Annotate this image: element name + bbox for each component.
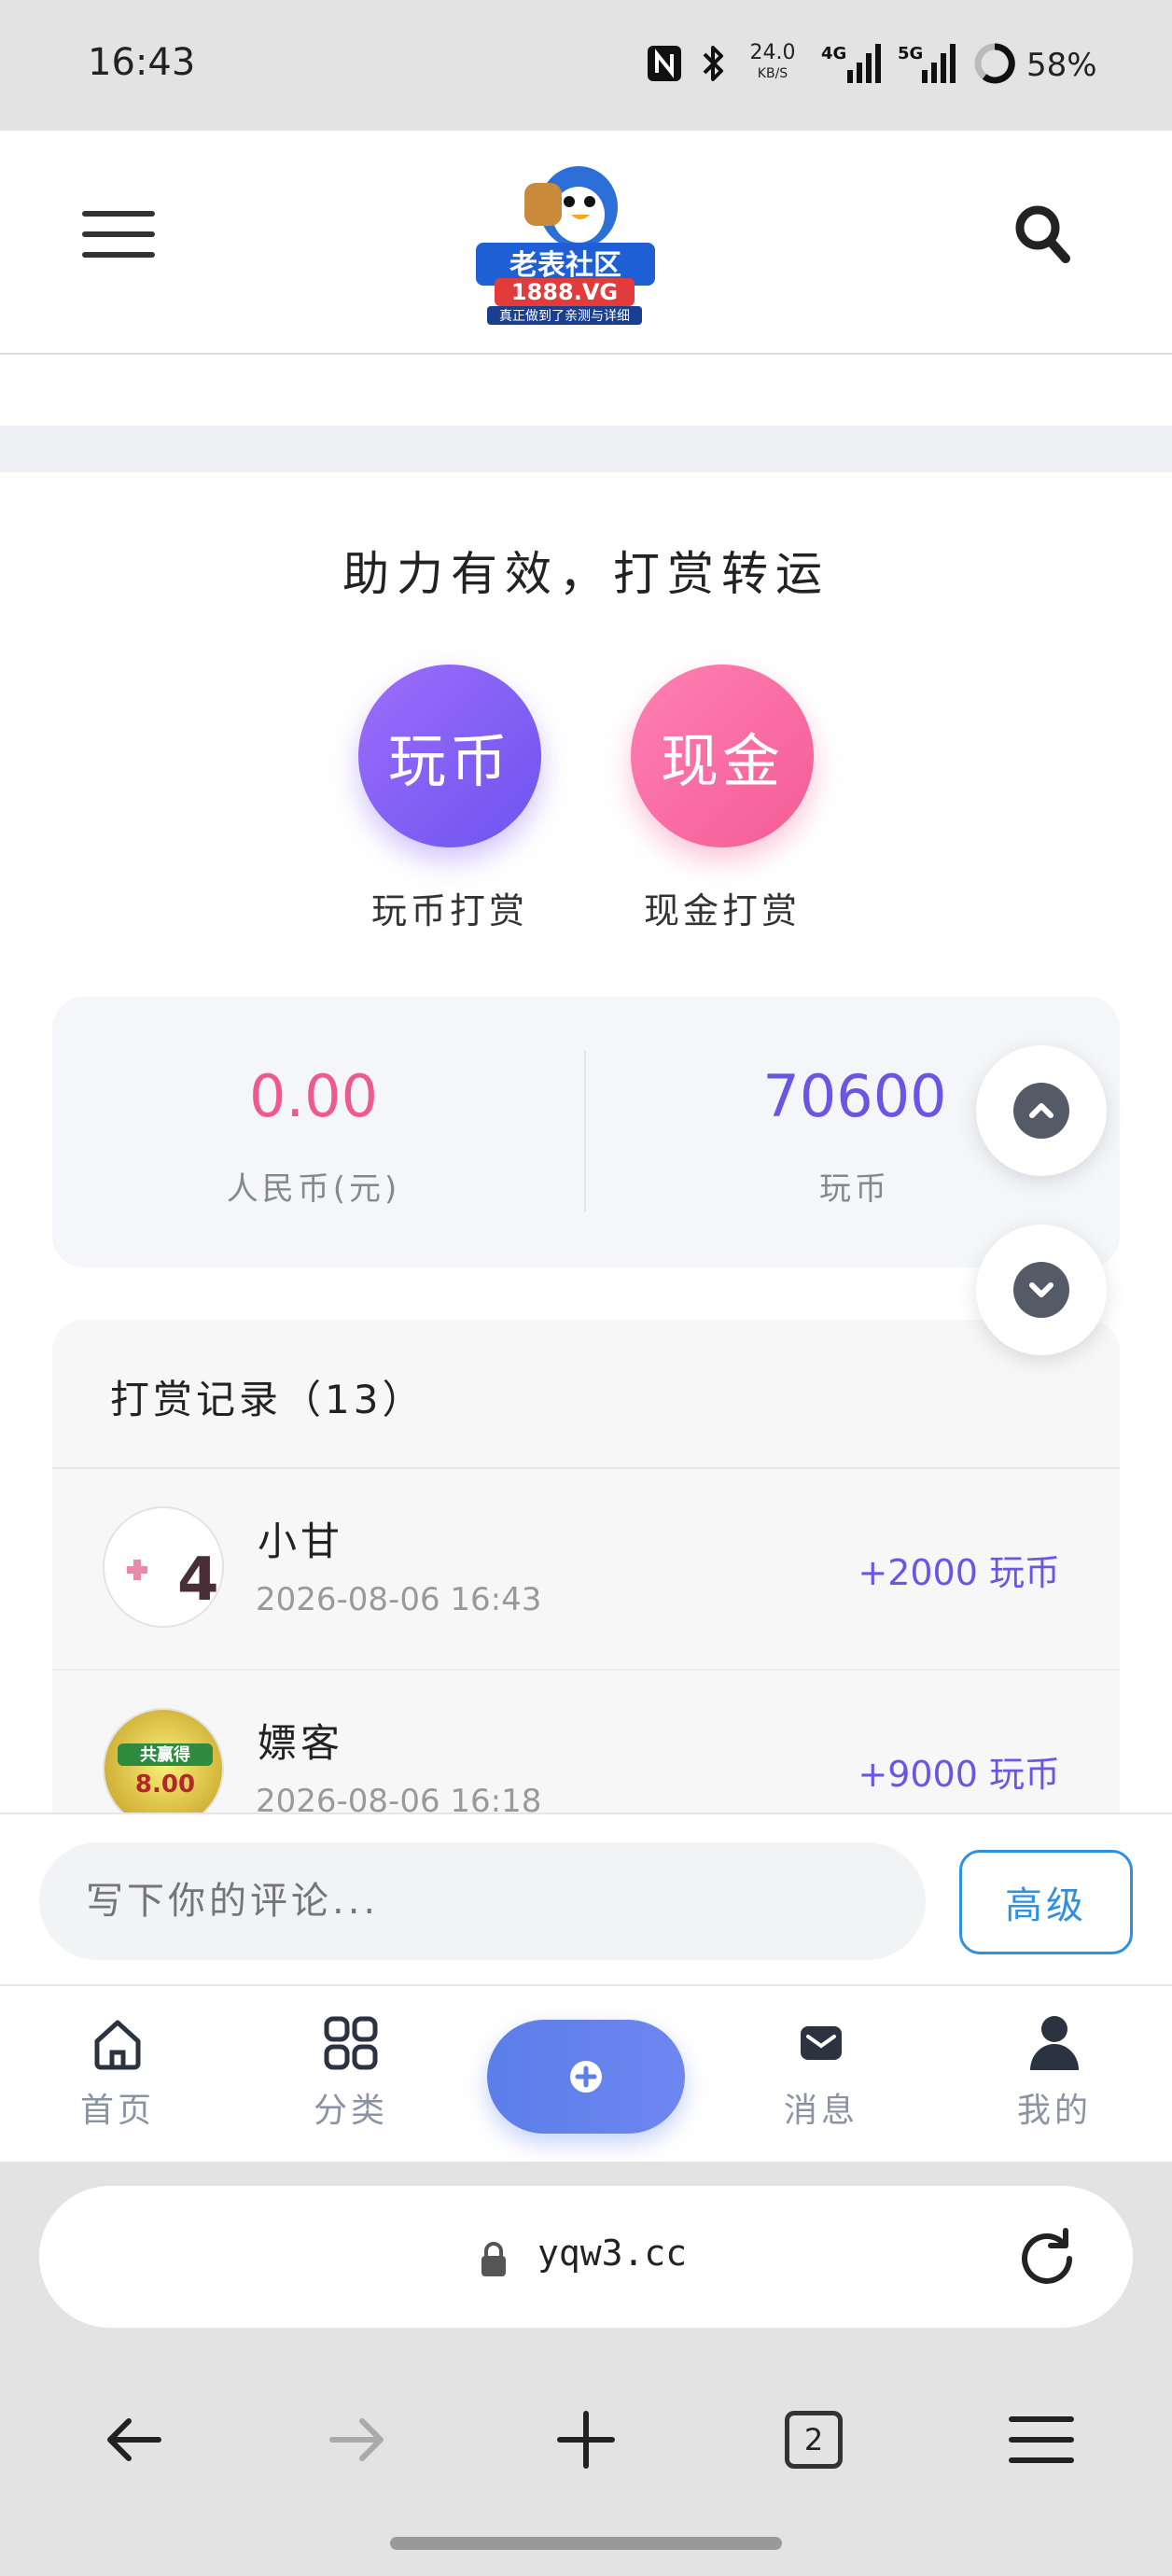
home-icon <box>85 2012 150 2074</box>
chevron-down-icon <box>1013 1262 1069 1318</box>
signal-5g-icon: 5G <box>898 41 957 86</box>
menu-line-icon <box>82 252 155 258</box>
records-title: 打赏记录（13） <box>110 1377 426 1422</box>
svg-text:5G: 5G <box>898 44 923 63</box>
bluetooth-icon <box>698 41 730 86</box>
signal-4g-icon: 4G <box>816 41 885 86</box>
comment-input[interactable] <box>39 1842 926 1960</box>
tabs-button[interactable]: 2 <box>776 2402 851 2477</box>
logo-title: 老表社区 <box>509 249 621 282</box>
svg-text:真正做到了亲测与详细: 真正做到了亲测与详细 <box>499 309 630 324</box>
reward-records-card: 打赏记录（13） 4 小甘 2026-08-06 16:43 +2000 玩币 … <box>52 1320 1120 1814</box>
svg-text:4: 4 <box>177 1546 219 1615</box>
battery-ring-icon <box>972 41 1017 86</box>
comment-bar: 高级 <box>0 1813 1172 1984</box>
site-logo[interactable]: 老表社区 1888.VG 真正做到了亲测与详细 <box>467 159 664 327</box>
new-post-button[interactable] <box>487 2020 685 2134</box>
battery-percent: 58% <box>1026 47 1097 84</box>
menu-icon <box>1009 2416 1074 2463</box>
bottom-nav: 首页 分类 消息 我的 <box>0 1984 1172 2162</box>
forward-button[interactable] <box>321 2402 396 2477</box>
plus-circle-icon <box>570 2061 602 2093</box>
record-time: 2026-08-06 16:43 <box>256 1581 542 1618</box>
arrow-left-icon <box>107 2418 161 2461</box>
nav-home-label: 首页 <box>79 2092 155 2130</box>
records-header: 打赏记录（13） <box>52 1320 1120 1469</box>
rmb-balance-label: 人民币(元) <box>226 1170 401 1208</box>
address-bar[interactable]: yqw3.cc <box>39 2186 1133 2328</box>
back-button[interactable] <box>95 2402 170 2477</box>
reload-icon <box>1022 2228 1072 2284</box>
plus-icon <box>557 2411 615 2469</box>
status-bar: 16:43 24.0 KB/S 4G 5G 58% <box>0 0 1172 131</box>
search-button[interactable] <box>1013 202 1073 267</box>
url-text[interactable]: yqw3.cc <box>537 2233 687 2274</box>
avatar[interactable]: 4 <box>103 1506 224 1628</box>
network-speed: 24.0 KB/S <box>746 43 799 84</box>
reward-title: 助力有效，打赏转运 <box>342 547 830 601</box>
record-row[interactable]: 4 小甘 2026-08-06 16:43 +2000 玩币 <box>52 1469 1120 1671</box>
record-user-name: 小甘 <box>258 1519 344 1564</box>
cash-reward-button[interactable]: 现金 <box>631 665 814 847</box>
advanced-comment-button[interactable]: 高级 <box>959 1850 1133 1954</box>
record-amount: +2000 玩币 <box>858 1552 1060 1593</box>
nfc-icon <box>644 41 685 86</box>
section-divider <box>0 426 1172 472</box>
tab-count: 2 <box>785 2411 843 2469</box>
svg-text:4G: 4G <box>821 44 846 63</box>
status-time: 16:43 <box>88 41 196 84</box>
new-tab-button[interactable] <box>549 2402 623 2477</box>
nav-mine-label: 我的 <box>1016 2092 1092 2130</box>
speed-unit: KB/S <box>757 66 788 81</box>
svg-text:1888.VG: 1888.VG <box>511 279 618 305</box>
site-header: 老表社区 1888.VG 真正做到了亲测与详细 <box>0 131 1172 355</box>
nav-messages-label: 消息 <box>783 2092 858 2130</box>
hamburger-menu-button[interactable] <box>82 211 155 263</box>
coin-reward-button[interactable]: 玩币 <box>358 665 541 847</box>
envelope-icon <box>788 2012 854 2074</box>
browser-menu-button[interactable] <box>1004 2402 1079 2477</box>
scroll-to-bottom-button[interactable] <box>976 1225 1107 1355</box>
speed-value: 24.0 <box>749 41 796 64</box>
avatar-text-1: 共赢得 <box>140 1744 190 1765</box>
avatar[interactable]: 共赢得 8.00 <box>103 1708 224 1814</box>
browser-toolbar: yqw3.cc 2 <box>0 2162 1172 2576</box>
grid-icon <box>318 2012 384 2074</box>
nav-category-label: 分类 <box>313 2092 388 2130</box>
nav-mine[interactable]: 我的 <box>980 2012 1129 2143</box>
search-icon <box>1015 205 1070 263</box>
menu-line-icon <box>82 211 155 217</box>
reload-button[interactable] <box>1010 2221 1084 2296</box>
balance-divider <box>584 1051 586 1211</box>
menu-line-icon <box>82 231 155 237</box>
avatar-text-2: 8.00 <box>135 1771 195 1799</box>
lock-icon <box>478 2240 509 2277</box>
nav-messages[interactable]: 消息 <box>746 2012 896 2143</box>
home-indicator[interactable] <box>390 2537 782 2550</box>
record-row[interactable]: 共赢得 8.00 嫖客 2026-08-06 16:18 +9000 玩币 <box>52 1671 1120 1814</box>
arrow-right-icon <box>329 2418 384 2461</box>
rmb-balance-value: 0.00 <box>248 1062 379 1130</box>
record-time: 2026-08-06 16:18 <box>256 1783 542 1814</box>
record-amount: +9000 玩币 <box>858 1754 1060 1795</box>
record-user-name: 嫖客 <box>258 1720 344 1766</box>
cash-reward-label[interactable]: 现金打赏 <box>601 882 844 933</box>
coin-reward-label[interactable]: 玩币打赏 <box>328 882 571 933</box>
nav-home[interactable]: 首页 <box>43 2012 192 2143</box>
balance-card: 0.00 人民币(元) 70600 玩币 <box>52 997 1120 1267</box>
nav-category[interactable]: 分类 <box>276 2012 426 2143</box>
scroll-to-top-button[interactable] <box>976 1045 1107 1176</box>
chevron-up-icon <box>1013 1083 1069 1139</box>
user-icon <box>1022 2012 1087 2074</box>
